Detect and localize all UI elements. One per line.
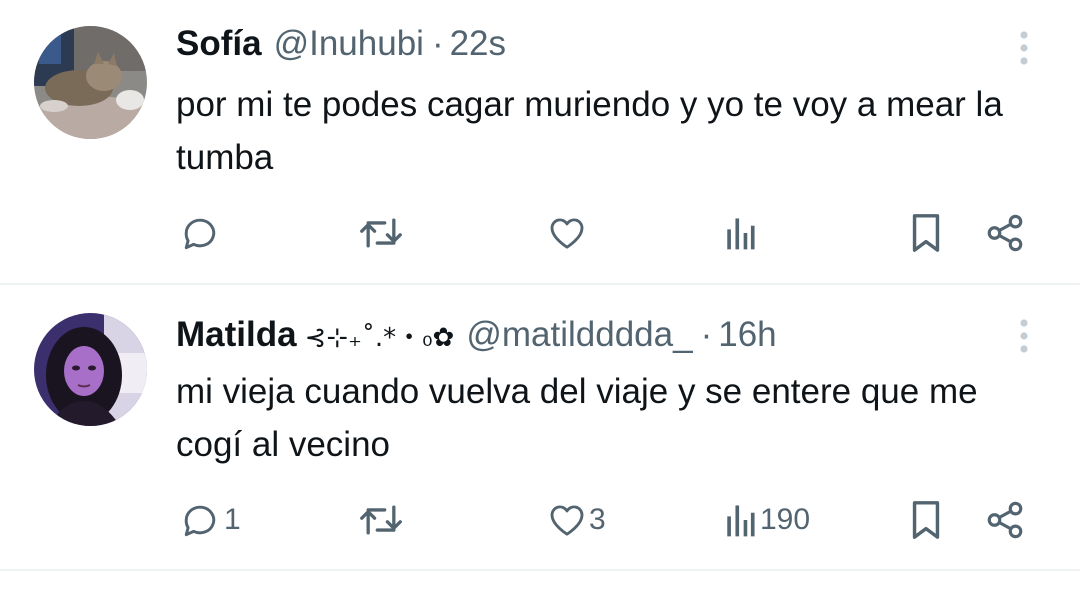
bookmark-button[interactable] (908, 495, 944, 545)
user-handle[interactable]: @Inuhubi (274, 24, 424, 64)
views-count: 190 (760, 503, 811, 536)
timestamp[interactable]: 16h (718, 315, 776, 355)
retweet-button[interactable] (357, 495, 407, 545)
divider (0, 569, 1080, 571)
bookmark-icon (908, 212, 944, 254)
share-button[interactable] (984, 495, 1026, 545)
separator-dot: · (431, 24, 444, 63)
avatar[interactable] (34, 313, 147, 426)
reply-button[interactable] (178, 208, 224, 258)
views-button[interactable] (722, 208, 760, 258)
display-name[interactable]: Sofía (176, 24, 262, 64)
girl-avatar-image (34, 313, 147, 426)
heart-icon (547, 500, 587, 540)
like-button[interactable]: 3 (547, 495, 606, 545)
more-vertical-icon[interactable] (1012, 317, 1036, 355)
tweet-text: por mi te podes cagar muriendo y yo te v… (176, 85, 1003, 177)
tweet-actions (0, 208, 1080, 258)
retweet-icon (357, 211, 405, 255)
tweet[interactable]: Matilda ⊰⊹₊˚.*・₀✿ @matildddda_ · 16h mi … (0, 285, 1080, 570)
tweet-actions: 1 3 190 (0, 495, 1080, 545)
tweet-header: Sofía @Inuhubi · 22s (176, 24, 506, 64)
share-icon (984, 212, 1026, 254)
reply-icon (178, 211, 222, 255)
timestamp[interactable]: 22s (450, 24, 506, 64)
retweet-button[interactable] (357, 208, 407, 258)
reply-button[interactable]: 1 (178, 495, 241, 545)
reply-count: 1 (224, 503, 241, 536)
tweet-header: Matilda ⊰⊹₊˚.*・₀✿ @matildddda_ · 16h (176, 315, 777, 355)
reply-icon (178, 498, 222, 542)
like-count: 3 (589, 503, 606, 536)
retweet-icon (357, 498, 405, 542)
share-icon (984, 499, 1026, 541)
like-button[interactable] (547, 208, 589, 258)
cat-avatar-image (34, 26, 147, 139)
views-icon (722, 213, 758, 253)
tweet-text: mi vieja cuando vuelva del viaje y se en… (176, 372, 978, 464)
separator-dot: · (700, 315, 713, 354)
share-button[interactable] (984, 208, 1026, 258)
display-name[interactable]: Matilda (176, 315, 297, 355)
user-handle[interactable]: @matildddda_ (466, 315, 692, 355)
heart-icon (547, 213, 587, 253)
bookmark-button[interactable] (908, 208, 944, 258)
avatar[interactable] (34, 26, 147, 139)
display-name-decoration: ⊰⊹₊˚.*・₀✿ (304, 323, 455, 353)
tweet[interactable]: Sofía @Inuhubi · 22s por mi te podes cag… (0, 0, 1080, 284)
bookmark-icon (908, 499, 944, 541)
views-icon (722, 500, 758, 540)
views-button[interactable]: 190 (722, 495, 810, 545)
more-vertical-icon[interactable] (1012, 29, 1036, 67)
